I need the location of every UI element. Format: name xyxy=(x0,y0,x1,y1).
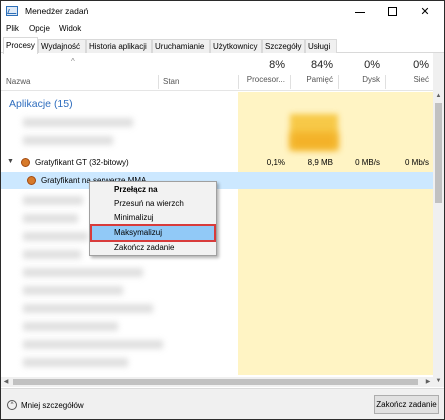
process-row[interactable]: ▼ Gratyfikant GT (32-bitowy) 0,1% 8,9 MB… xyxy=(1,154,433,171)
menu-maximize[interactable]: Maksymalizuj xyxy=(90,224,216,242)
scroll-up-icon[interactable]: ▲ xyxy=(433,91,444,102)
menu-file[interactable]: Plik xyxy=(6,24,19,33)
child-window-row[interactable]: Gratyfikant na serwerze MMA xyxy=(1,172,433,189)
vertical-scrollbar[interactable]: ▲ ▼ xyxy=(433,53,444,387)
blurred-row xyxy=(23,118,133,127)
tab-performance[interactable]: Wydajność xyxy=(38,39,86,53)
blurred-row xyxy=(23,340,163,349)
column-disk[interactable]: 0% Dysk xyxy=(339,59,380,84)
tab-strip: Procesy Wydajność Historia aplikacji Uru… xyxy=(1,37,444,54)
process-name: Gratyfikant GT (32-bitowy) xyxy=(35,158,129,167)
minimize-button[interactable] xyxy=(344,1,376,21)
scroll-thumb[interactable] xyxy=(435,103,442,203)
sort-up-icon: ^ xyxy=(71,57,75,66)
menu-options[interactable]: Opcje xyxy=(29,24,50,33)
window-title: Menedżer zadań xyxy=(25,6,89,16)
maximize-button[interactable] xyxy=(376,1,408,21)
menu-bring-to-front[interactable]: Przesuń na wierzch xyxy=(90,197,216,211)
blurred-row xyxy=(23,214,78,223)
blurred-row xyxy=(23,232,88,241)
tab-app-history[interactable]: Historia aplikacji xyxy=(86,39,152,53)
app-icon xyxy=(27,176,36,185)
close-button[interactable]: ✕ xyxy=(409,1,441,21)
column-name[interactable]: Nazwa xyxy=(6,77,30,86)
network-label: Sieć xyxy=(413,75,429,84)
horizontal-scrollbar[interactable]: ◀ ▶ xyxy=(1,377,433,387)
blurred-row xyxy=(23,358,128,367)
column-header: ^ Nazwa Stan 8% Procesor... 84% Pamięć 0… xyxy=(1,53,433,91)
memory-label: Pamięć xyxy=(306,75,333,84)
process-network: 0 Mb/s xyxy=(404,158,429,167)
tab-startup[interactable]: Uruchamianie xyxy=(152,39,210,53)
process-list: Aplikacje (15) ▼ Gratyfikant GT (32-bito… xyxy=(1,92,433,375)
scroll-thumb-horizontal[interactable] xyxy=(13,379,418,385)
task-manager-icon xyxy=(6,6,18,16)
footer-bar: ^ Mniej szczegółów Zakończ zadanie xyxy=(1,388,444,419)
process-memory: 8,9 MB xyxy=(307,158,333,167)
menu-minimize[interactable]: Minimalizuj xyxy=(90,211,216,225)
context-menu: Przełącz na Przesuń na wierzch Minimaliz… xyxy=(89,181,217,256)
disk-total: 0% xyxy=(364,59,380,71)
fewer-details-link[interactable]: ^ Mniej szczegółów xyxy=(7,400,84,410)
process-disk: 0 MB/s xyxy=(355,158,380,167)
column-network[interactable]: 0% Sieć xyxy=(386,59,429,84)
disk-label: Dysk xyxy=(362,75,380,84)
task-manager-window: Menedżer zadań ✕ Plik Opcje Widok Proces… xyxy=(0,0,445,420)
fewer-details-label: Mniej szczegółów xyxy=(21,400,84,410)
column-memory[interactable]: 84% Pamięć xyxy=(291,59,333,84)
tab-services[interactable]: Usługi xyxy=(305,39,337,53)
blurred-row xyxy=(23,268,143,277)
scroll-left-icon[interactable]: ◀ xyxy=(1,377,11,387)
scroll-down-icon[interactable]: ▼ xyxy=(433,376,444,387)
memory-total: 84% xyxy=(310,59,333,71)
menu-view[interactable]: Widok xyxy=(59,24,81,33)
network-total: 0% xyxy=(413,59,429,71)
chevron-up-icon: ^ xyxy=(7,400,17,410)
blurred-row xyxy=(23,136,113,145)
end-task-button[interactable]: Zakończ zadanie xyxy=(374,395,439,414)
group-apps-title: Aplikacje (15) xyxy=(9,98,73,110)
blurred-row xyxy=(23,250,81,259)
tab-processes[interactable]: Procesy xyxy=(3,37,38,54)
tab-users[interactable]: Użytkownicy xyxy=(210,39,262,53)
blurred-row xyxy=(23,196,83,205)
menu-end-task[interactable]: Zakończ zadanie xyxy=(90,241,216,255)
column-cpu[interactable]: 8% Procesor... xyxy=(239,59,285,84)
menu-bar: Plik Opcje Widok xyxy=(1,21,444,37)
menu-switch-to[interactable]: Przełącz na xyxy=(90,183,216,197)
title-bar: Menedżer zadań ✕ xyxy=(1,1,444,21)
scroll-right-icon[interactable]: ▶ xyxy=(423,377,433,387)
column-status[interactable]: Stan xyxy=(163,77,179,86)
tab-details[interactable]: Szczegóły xyxy=(262,39,305,53)
blurred-row xyxy=(23,286,123,295)
cpu-total: 8% xyxy=(269,59,285,71)
chevron-down-icon[interactable]: ▼ xyxy=(7,158,14,165)
blurred-row xyxy=(23,304,153,313)
app-icon xyxy=(21,158,30,167)
blurred-row xyxy=(23,322,118,331)
process-cpu: 0,1% xyxy=(266,158,285,167)
cpu-label: Procesor... xyxy=(246,75,285,84)
